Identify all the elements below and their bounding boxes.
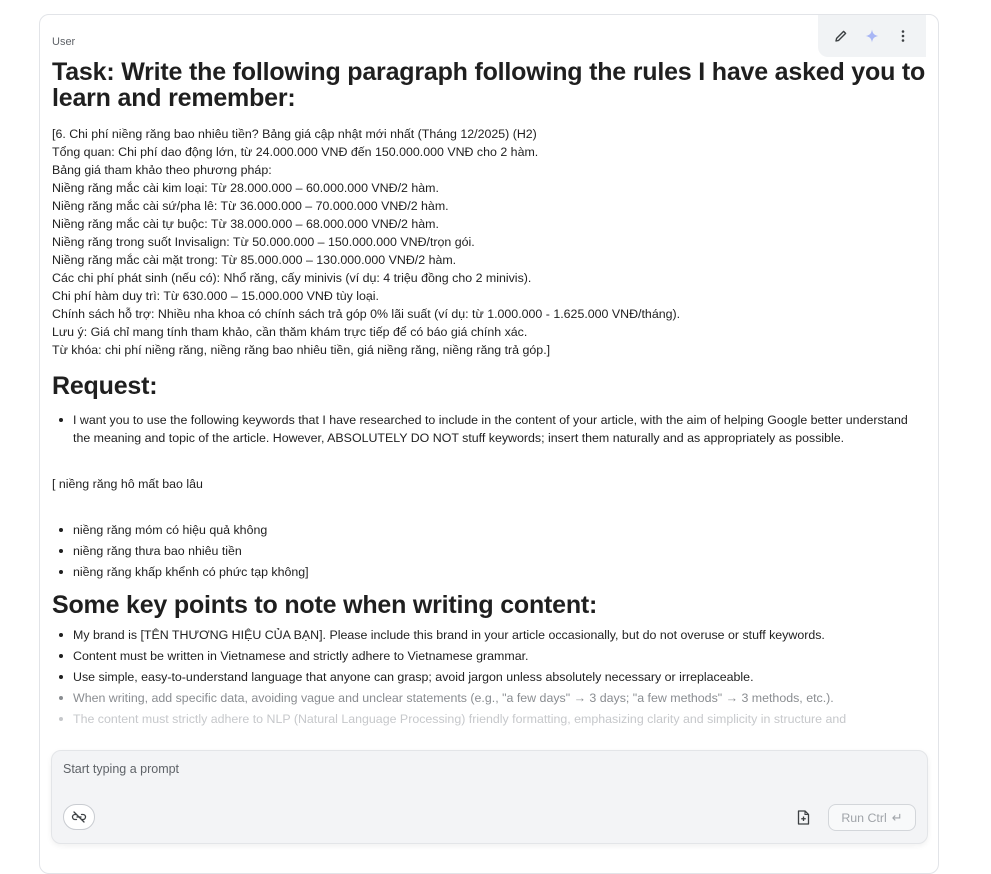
paragraph-line: Niềng răng mắc cài mặt trong: Từ 85.000.… (52, 253, 457, 267)
task-heading: Task: Write the following paragraph foll… (52, 58, 926, 112)
more-vert-icon (901, 30, 904, 42)
paragraph-line: Các chi phí phát sinh (nếu có): Nhổ răng… (52, 271, 532, 285)
more-options-button[interactable] (891, 24, 915, 48)
message-content: Task: Write the following paragraph foll… (52, 55, 928, 728)
list-item: When writing, add specific data, avoidin… (59, 689, 928, 707)
list-item: My brand is [TÊN THƯƠNG HIỆU CỦA BẠN]. P… (59, 626, 928, 644)
request-heading: Request: (52, 372, 158, 400)
list-item: I want you to use the following keywords… (59, 411, 928, 447)
sparkle-icon (865, 29, 879, 43)
paragraph-line: Niềng răng mắc cài kim loại: Từ 28.000.0… (52, 181, 439, 195)
list-item: niềng răng thưa bao nhiêu tiền (59, 542, 928, 560)
role-label: User (52, 36, 76, 48)
link-off-icon (71, 811, 87, 823)
task-paragraph: [6. Chi phí niềng răng bao nhiêu tiền? B… (52, 125, 928, 359)
paragraph-line: Chính sách hỗ trợ: Nhiều nha khoa có chí… (52, 307, 681, 321)
run-label: Run Ctrl (841, 810, 887, 825)
paragraph-line: Lưu ý: Giá chỉ mang tính tham khảo, cần … (52, 325, 528, 339)
paragraph-line: Bảng giá tham khảo theo phương pháp: (52, 163, 272, 177)
prompt-box[interactable]: Start typing a prompt Run Ctrl ↵ (51, 750, 928, 844)
file-add-icon (797, 809, 809, 825)
edit-button[interactable] (829, 24, 853, 48)
paragraph-line: Từ khóa: chi phí niềng răng, niềng răng … (52, 343, 551, 357)
paragraph-line: Niềng răng trong suốt Invisalign: Từ 50.… (52, 235, 475, 249)
list-item: Content must be written in Vietnamese an… (59, 647, 928, 665)
message-toolbar (818, 15, 926, 57)
prompt-input[interactable]: Start typing a prompt (63, 762, 179, 776)
run-button[interactable]: Run Ctrl ↵ (828, 804, 916, 831)
paragraph-line: [6. Chi phí niềng răng bao nhiêu tiền? B… (52, 127, 537, 141)
rerun-button[interactable] (860, 24, 884, 48)
notes-list: My brand is [TÊN THƯƠNG HIỆU CỦA BẠN]. P… (52, 626, 928, 728)
list-item: niềng răng khấp khểnh có phức tạp không] (59, 563, 928, 581)
list-item: The content must strictly adhere to NLP … (59, 710, 928, 728)
keyword-list: niềng răng móm có hiệu quả không niềng r… (52, 521, 928, 581)
keyword-intro: [ niềng răng hô mất bao lâu (52, 477, 203, 491)
request-list: I want you to use the following keywords… (52, 411, 928, 447)
enter-key-icon: ↵ (891, 809, 903, 825)
paragraph-line: Niềng răng mắc cài sứ/pha lê: Từ 36.000.… (52, 199, 449, 213)
pencil-icon (835, 30, 847, 42)
paragraph-line: Chi phí hàm duy trì: Từ 630.000 – 15.000… (52, 289, 379, 303)
toggle-button[interactable] (63, 804, 95, 830)
list-item: niềng răng móm có hiệu quả không (59, 521, 928, 539)
chat-message-card: User Task: Write the following paragraph… (39, 14, 939, 874)
list-item: Use simple, easy-to-understand language … (59, 668, 928, 686)
paragraph-line: Niềng răng mắc cài tự buộc: Từ 38.000.00… (52, 217, 439, 231)
paragraph-line: Tổng quan: Chi phí dao động lớn, từ 24.0… (52, 145, 539, 159)
notes-heading: Some key points to note when writing con… (52, 591, 598, 619)
add-file-button[interactable] (793, 807, 813, 827)
